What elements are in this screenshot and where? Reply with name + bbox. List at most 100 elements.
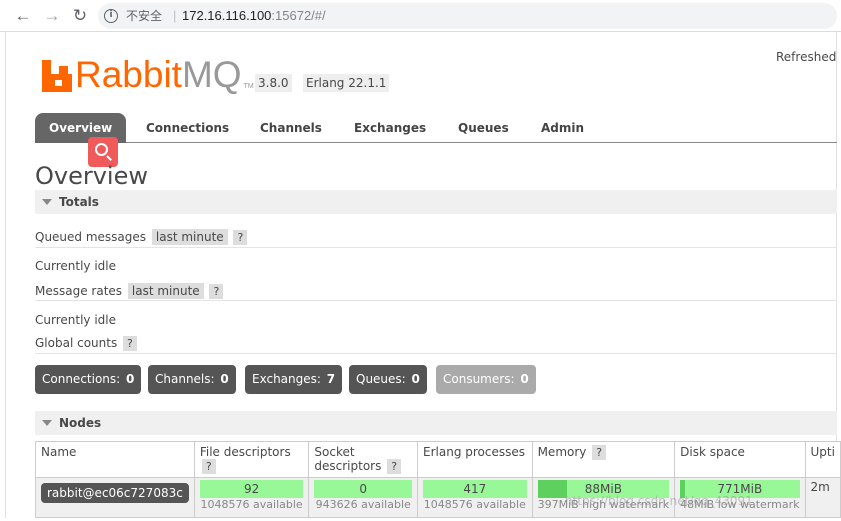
tab-exchanges[interactable]: Exchanges	[354, 113, 426, 143]
help-icon[interactable]: ?	[201, 459, 216, 474]
divider	[35, 353, 837, 354]
main-tabs: Overview Connections Channels Exchanges …	[35, 113, 837, 143]
reload-icon[interactable]: ↻	[69, 6, 91, 26]
search-icon	[95, 143, 108, 156]
erlang-badge: Erlang 22.1.1	[303, 74, 390, 92]
bar-value: 92	[243, 482, 260, 496]
url-host: 172.16.116.100	[182, 8, 272, 23]
column-header-label: File descriptors	[199, 445, 291, 459]
bar-value: 0	[359, 482, 368, 496]
column-header-label: Memory	[537, 445, 587, 459]
column-header-uptime[interactable]: Upti	[804, 441, 841, 478]
bar-subtext: 943626 available	[315, 498, 411, 511]
totals-heading: Totals	[59, 195, 99, 209]
help-icon[interactable]: ?	[233, 230, 248, 245]
column-header-label: Name	[41, 445, 77, 459]
node-name-link[interactable]: rabbit@ec06c727083c	[41, 483, 189, 503]
column-header-label: Erlang processes	[423, 445, 526, 459]
url-separator: |	[173, 8, 177, 23]
rabbitmq-logo-icon	[42, 60, 72, 92]
queues-count-button[interactable]: Queues: 0	[349, 365, 427, 394]
count-label: Channels:	[155, 372, 215, 386]
column-header-label: Socket descriptors	[314, 445, 382, 473]
url-path: :15672/#/	[271, 8, 326, 23]
tab-queues[interactable]: Queues	[458, 113, 509, 143]
tab-connections[interactable]: Connections	[146, 113, 229, 143]
column-header-label: Upti	[810, 445, 835, 459]
version-badge: 3.8.0	[255, 74, 292, 92]
tab-channels[interactable]: Channels	[260, 113, 322, 143]
security-label: 不安全	[126, 9, 163, 23]
logo-rabbit-text: Rabbit	[75, 54, 182, 95]
logo-trademark: TM	[243, 83, 254, 90]
count-value: 0	[126, 372, 135, 386]
queued-messages-row: Queued messages last minute ?	[35, 229, 248, 245]
count-label: Consumers:	[443, 372, 515, 386]
count-label: Queues:	[356, 372, 406, 386]
column-header-file-descriptors[interactable]: File descriptors ?	[193, 441, 310, 478]
column-header-name[interactable]: Name	[35, 441, 195, 478]
address-bar[interactable]: i 不安全 | 172.16.116.100:15672/#/	[98, 3, 837, 29]
message-rates-label: Message rates	[35, 284, 123, 298]
uptime-cell: 2m	[804, 477, 841, 518]
message-rates-row: Message rates last minute ?	[35, 283, 224, 299]
column-header-disk-space[interactable]: Disk space	[674, 441, 806, 478]
uptime-value: 2m	[810, 480, 830, 494]
consumers-count-button[interactable]: Consumers: 0	[436, 365, 536, 394]
rates-status: Currently idle	[35, 313, 116, 327]
info-icon[interactable]: i	[104, 9, 118, 23]
erlang-processes-bar: 417	[423, 480, 527, 498]
help-icon[interactable]: ?	[209, 284, 224, 299]
rates-period-selector[interactable]: last minute	[127, 283, 204, 299]
connections-count-button[interactable]: Connections: 0	[35, 365, 142, 394]
collapse-triangle-icon	[42, 199, 52, 205]
divider	[35, 247, 837, 248]
url-text[interactable]: 172.16.116.100:15672/#/	[182, 3, 326, 29]
nodes-section-header[interactable]: Nodes	[35, 411, 837, 435]
tab-admin[interactable]: Admin	[541, 113, 584, 143]
browser-toolbar: ← → ↻ i 不安全 | 172.16.116.100:15672/#/	[0, 0, 841, 32]
help-icon[interactable]: ?	[387, 459, 402, 474]
logo-text: RabbitMQ	[75, 56, 242, 93]
rabbitmq-logo[interactable]: RabbitMQ TM	[42, 54, 254, 93]
socket-descriptors-cell: 0 943626 available	[308, 477, 419, 518]
column-header-socket-descriptors[interactable]: Socket descriptors ?	[308, 441, 419, 478]
column-header-erlang-processes[interactable]: Erlang processes	[417, 441, 533, 478]
forward-arrow-icon[interactable]: →	[41, 6, 63, 26]
file-descriptors-cell: 92 1048576 available	[193, 477, 310, 518]
memory-bar-fill	[537, 480, 567, 498]
help-icon[interactable]: ?	[592, 445, 607, 460]
bar-value: 417	[463, 482, 487, 496]
column-header-memory[interactable]: Memory ?	[531, 441, 676, 478]
logo-mq-text: MQ	[181, 54, 242, 95]
channels-count-button[interactable]: Channels: 0	[148, 365, 236, 394]
back-arrow-icon[interactable]: ←	[12, 6, 34, 26]
watermark: https://blog.csdn.net/qq_43091	[565, 494, 753, 508]
nodes-heading: Nodes	[59, 416, 102, 430]
queued-period-selector[interactable]: last minute	[151, 229, 228, 245]
erlang-processes-cell: 417 1048576 available	[417, 477, 533, 518]
totals-section-header[interactable]: Totals	[35, 190, 837, 214]
page-title: Overview	[35, 162, 148, 190]
count-label: Connections:	[42, 372, 121, 386]
exchanges-count-button[interactable]: Exchanges: 7	[245, 365, 343, 394]
global-counts-label: Global counts	[35, 336, 118, 350]
queued-messages-label: Queued messages	[35, 230, 147, 244]
file-descriptors-bar: 92	[199, 480, 304, 498]
global-counts-row: Global counts ?	[35, 336, 137, 351]
bar-subtext: 1048576 available	[423, 498, 526, 511]
bar-subtext: 1048576 available	[200, 498, 303, 511]
help-icon[interactable]: ?	[123, 336, 137, 351]
refreshed-label: Refreshed	[776, 50, 837, 64]
count-value: 7	[326, 372, 336, 386]
divider	[35, 300, 837, 301]
queued-status: Currently idle	[35, 259, 116, 273]
count-label: Exchanges:	[252, 372, 321, 386]
column-header-label: Disk space	[680, 445, 745, 459]
collapse-triangle-icon	[42, 420, 52, 426]
socket-descriptors-bar: 0	[314, 480, 413, 498]
count-value: 0	[520, 372, 529, 386]
node-name-cell: rabbit@ec06c727083c	[35, 477, 195, 518]
count-value: 0	[411, 372, 420, 386]
count-value: 0	[220, 372, 229, 386]
